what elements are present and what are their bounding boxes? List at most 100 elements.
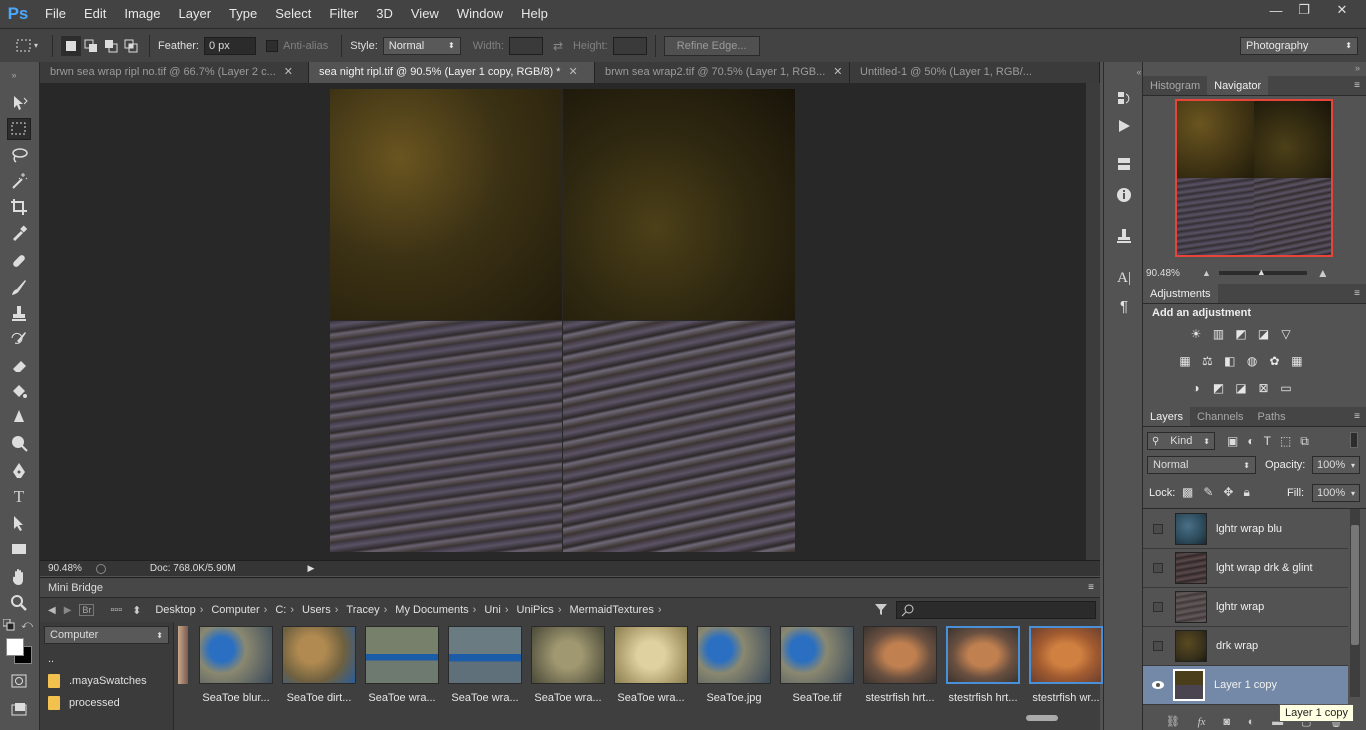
width-input[interactable] — [508, 36, 543, 55]
sort-icon[interactable]: ⬍ — [132, 604, 141, 617]
back-arrow-icon[interactable]: ◀ — [48, 605, 56, 616]
brightness-contrast-icon[interactable]: ☀ — [1188, 326, 1204, 342]
fill-input[interactable]: 100% ▾ — [1312, 484, 1360, 502]
document-image[interactable] — [330, 89, 795, 552]
gradient-map-icon[interactable]: ▭ — [1278, 380, 1294, 396]
exposure-icon[interactable]: ◪ — [1256, 326, 1272, 342]
invert-icon[interactable]: ◑ — [1188, 380, 1204, 396]
thumbnail[interactable]: SeaToe.tif — [776, 626, 858, 704]
smart-object-filter-icon[interactable]: ⧉ — [1300, 434, 1309, 449]
menu-window[interactable]: Window — [448, 0, 512, 28]
quick-mask-icon[interactable] — [7, 670, 31, 692]
link-layers-icon[interactable]: ⛓ — [1166, 715, 1180, 728]
default-colors-icon[interactable] — [2, 618, 16, 632]
minimize-button[interactable]: — — [1262, 0, 1290, 20]
blend-mode-select[interactable]: Normal ⬍ — [1147, 456, 1256, 474]
zoom-level[interactable]: 90.48% — [48, 563, 82, 574]
posterize-icon[interactable]: ◩ — [1211, 380, 1227, 396]
eye-icon[interactable] — [1151, 680, 1165, 690]
filter-toggle[interactable] — [1350, 432, 1358, 448]
visibility-toggle[interactable] — [1153, 563, 1163, 573]
character-panel-icon[interactable]: A| — [1113, 268, 1135, 288]
tab-adjustments[interactable]: Adjustments — [1143, 284, 1218, 303]
color-lookup-icon[interactable]: ▦ — [1289, 353, 1305, 369]
lock-image-icon[interactable]: ✎ — [1203, 485, 1213, 500]
adjustment-filter-icon[interactable]: ◐ — [1247, 434, 1254, 449]
chevron-down-icon[interactable]: ▾ — [1351, 489, 1355, 498]
refine-edge-button[interactable]: Refine Edge... — [663, 35, 760, 56]
close-tab-icon[interactable]: ✕ — [284, 62, 293, 83]
bridge-icon[interactable]: Br — [79, 604, 95, 616]
thumbnail[interactable]: SeaToe wra... — [610, 626, 692, 704]
visibility-toggle[interactable] — [1153, 602, 1163, 612]
doc-tab-brwn-sea-wrap-ripl[interactable]: brwn sea wrap ripl no.tif @ 66.7% (Layer… — [40, 62, 309, 83]
curves-icon[interactable]: ◩ — [1233, 326, 1249, 342]
chevron-down-icon[interactable]: ▾ — [34, 41, 38, 50]
paragraph-panel-icon[interactable]: ¶ — [1113, 296, 1135, 316]
location-select[interactable]: Computer ⬍ — [44, 626, 169, 644]
doc-tab-sea-night-ripl[interactable]: sea night ripl.tif @ 90.5% (Layer 1 copy… — [309, 62, 595, 83]
menu-edit[interactable]: Edit — [75, 0, 115, 28]
lock-position-icon[interactable]: ✥ — [1223, 485, 1233, 500]
layer-row[interactable]: lghtr wrap — [1143, 588, 1348, 627]
add-mask-icon[interactable]: ◙ — [1223, 716, 1230, 728]
thumbnail[interactable]: SeaToe blur... — [195, 626, 277, 704]
visibility-toggle[interactable] — [1153, 641, 1163, 651]
history-brush-tool-icon[interactable] — [7, 328, 31, 350]
threshold-icon[interactable]: ◪ — [1233, 380, 1249, 396]
restore-button[interactable]: ❐ — [1290, 0, 1318, 20]
path-selection-tool-icon[interactable] — [7, 512, 31, 534]
healing-brush-tool-icon[interactable] — [7, 250, 31, 272]
thumbnails-scrollbar[interactable] — [1026, 715, 1058, 721]
style-select[interactable]: Normal ⬍ — [382, 36, 461, 55]
thumbnail[interactable]: stestrfish hrt... — [859, 626, 941, 704]
vibrance-icon[interactable]: ▽ — [1278, 326, 1294, 342]
hue-saturation-icon[interactable]: ▦ — [1177, 353, 1193, 369]
crumb-mermaidtextures[interactable]: MermaidTextures — [569, 604, 653, 616]
folder-parent[interactable]: .. — [40, 648, 173, 670]
close-tab-icon[interactable]: ✕ — [568, 62, 577, 83]
dodge-tool-icon[interactable] — [7, 432, 31, 454]
history-icon[interactable] — [1113, 88, 1135, 108]
menu-image[interactable]: Image — [115, 0, 169, 28]
zoom-tool-icon[interactable] — [7, 592, 31, 614]
mini-bridge-search-input[interactable] — [896, 601, 1096, 619]
thumbnail-selected[interactable]: stestrfish hrt... — [942, 626, 1024, 704]
menu-3d[interactable]: 3D — [367, 0, 402, 28]
workspace-select[interactable]: Photography ⬍ — [1240, 36, 1358, 55]
thumbnail[interactable]: SeaToe wra... — [361, 626, 443, 704]
crumb-uni[interactable]: Uni — [484, 604, 501, 616]
canvas-vertical-scrollbar[interactable] — [1086, 83, 1100, 560]
folder-processed[interactable]: processed — [40, 692, 173, 714]
lock-transparent-icon[interactable]: ▩ — [1182, 485, 1193, 500]
visibility-toggle[interactable] — [1153, 524, 1163, 534]
tab-layers[interactable]: Layers — [1143, 407, 1191, 426]
feather-input[interactable]: 0 px — [203, 36, 256, 55]
menu-filter[interactable]: Filter — [320, 0, 367, 28]
opacity-input[interactable]: 100% ▾ — [1312, 456, 1360, 474]
rectangle-tool-icon[interactable] — [7, 538, 31, 560]
scroll-thumb[interactable] — [1351, 525, 1359, 645]
navigator-zoom-slider[interactable]: ▲ — [1218, 267, 1307, 277]
crumb-users[interactable]: Users — [302, 604, 331, 616]
move-tool-icon[interactable] — [7, 92, 31, 114]
panel-menu-icon[interactable]: ≡ — [1354, 411, 1360, 422]
paint-bucket-tool-icon[interactable] — [7, 380, 31, 402]
new-adjustment-layer-icon[interactable]: ◐ — [1248, 716, 1255, 728]
thumbnail[interactable]: SeaToe.jpg — [693, 626, 775, 704]
tab-paths[interactable]: Paths — [1251, 407, 1293, 426]
crumb-unipics[interactable]: UniPics — [517, 604, 554, 616]
color-balance-icon[interactable]: ⚖ — [1199, 353, 1215, 369]
collapse-icon[interactable]: » — [1355, 63, 1360, 73]
levels-icon[interactable]: ▥ — [1211, 326, 1227, 342]
navigator-zoom-value[interactable]: 90.48% — [1146, 268, 1202, 279]
doc-tab-untitled-1[interactable]: Untitled-1 @ 50% (Layer 1, RGB/... — [850, 62, 1100, 83]
type-tool-icon[interactable]: T — [7, 486, 31, 508]
crop-tool-icon[interactable] — [7, 196, 31, 218]
collapse-icon[interactable]: » — [2, 64, 26, 86]
add-selection-icon[interactable] — [81, 36, 101, 56]
menu-layer[interactable]: Layer — [170, 0, 221, 28]
swap-colors-icon[interactable]: ⤺ — [20, 618, 34, 632]
slider-handle-icon[interactable]: ▲ — [1257, 267, 1266, 277]
crumb-my-documents[interactable]: My Documents — [395, 604, 468, 616]
